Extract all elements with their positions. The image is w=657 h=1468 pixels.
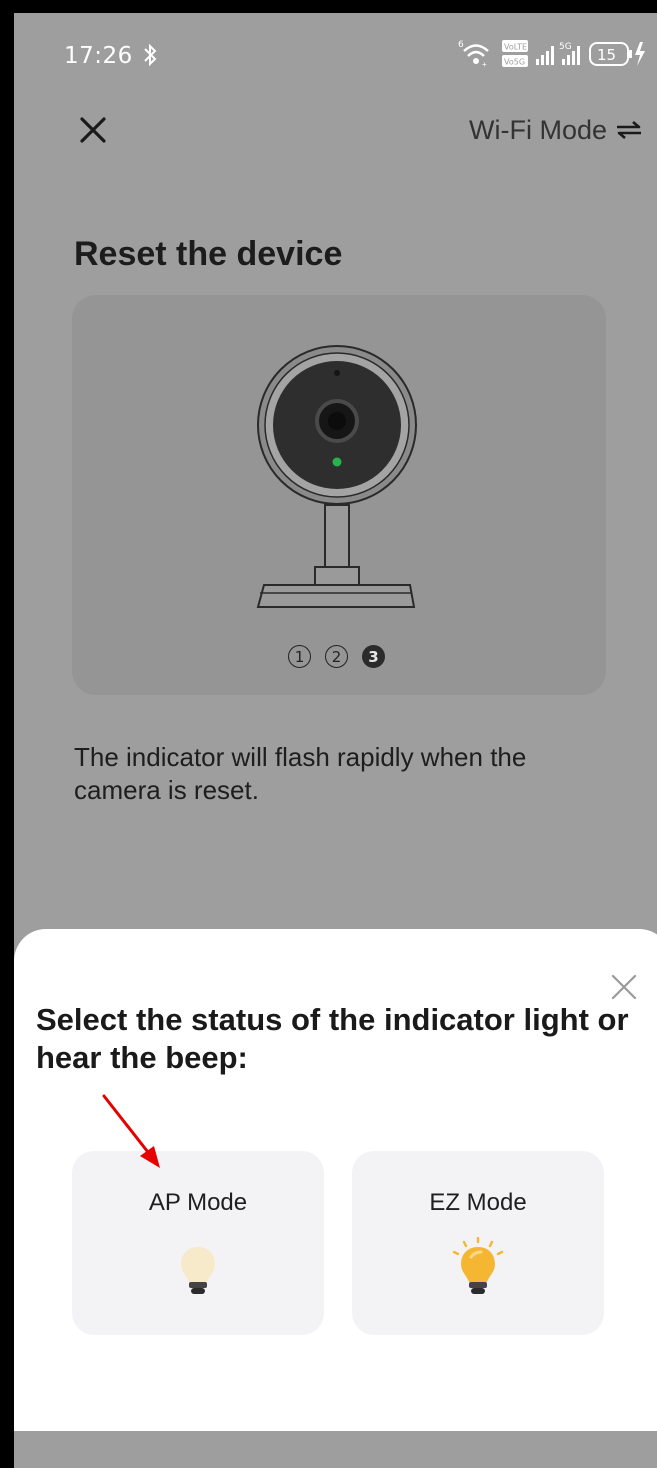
wifi-icon: 6 + [458,40,489,69]
svg-text:15: 15 [597,46,616,64]
swap-icon [617,121,641,139]
mode-select-sheet: Select the status of the indicator light… [14,929,657,1431]
sheet-title: Select the status of the indicator light… [36,1002,629,1075]
step-dot: 1 [288,645,311,668]
signal-icon-1 [536,46,554,65]
close-icon[interactable] [76,113,110,147]
lte-badges: VoLTE Vo5G [502,40,528,67]
frame-border-top [0,0,657,13]
ez-mode-label: EZ Mode [429,1189,527,1216]
ap-mode-label: AP Mode [148,1189,248,1216]
sheet-close-icon[interactable] [610,973,638,1001]
bulb-flashing-icon [452,1237,504,1294]
wifi-mode-switch[interactable]: Wi-Fi Mode [469,113,657,147]
svg-text:Vo5G: Vo5G [504,58,525,67]
camera-illustration [256,345,417,608]
status-time: 17:26 [64,43,133,69]
status-bar: 17:26 6 + VoLTE Vo5G 5G 15 [14,13,657,83]
step-indicator: 1 2 3 [288,645,385,668]
reset-illustration-card: 1 2 3 [72,295,606,695]
svg-text:6: 6 [458,40,464,50]
reset-description: The indicator will flash rapidly when th… [74,742,527,805]
status-icons: 6 + VoLTE Vo5G 5G 15 [458,40,645,69]
svg-text:VoLTE: VoLTE [504,43,527,52]
bulb-dim-icon [181,1247,215,1294]
frame-border-left [0,0,14,1468]
svg-text:5G: 5G [559,42,572,52]
wifi-mode-label: Wi-Fi Mode [468,114,607,145]
red-arrow-annotation [102,1094,160,1168]
battery-icon: 15 [589,42,645,66]
phone-frame: 17:26 6 + VoLTE Vo5G 5G 15 Wi-Fi Mode Re… [0,0,657,1468]
page-title: Reset the device [74,235,343,273]
svg-text:+: + [482,60,487,69]
signal-icon-2: 5G [559,42,580,65]
step-dot-active: 3 [362,645,385,668]
ez-mode-option[interactable]: EZ Mode [352,1151,604,1335]
screen: 17:26 6 + VoLTE Vo5G 5G 15 Wi-Fi Mode Re… [14,13,657,1468]
step-dot: 2 [325,645,348,668]
bottom-overlay [14,1431,657,1468]
bluetooth-icon [144,43,157,67]
